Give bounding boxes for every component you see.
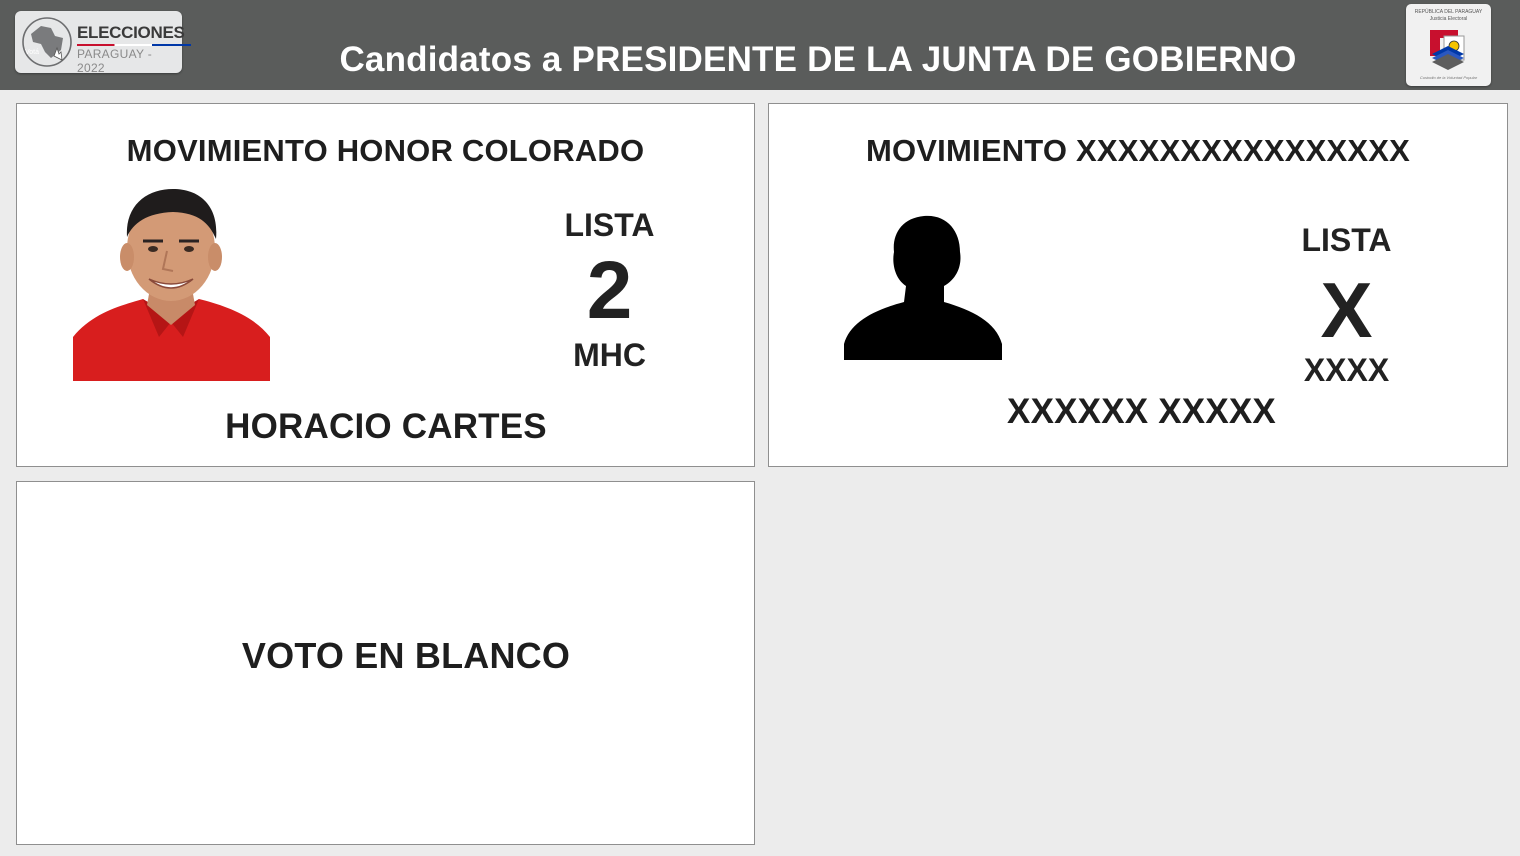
justicia-electoral-logo: REPÚBLICA DEL PARAGUAY Justicia Electora… [1406, 4, 1491, 86]
blank-vote-card[interactable]: VOTO EN BLANCO [16, 481, 755, 845]
lista-number: X [1320, 266, 1373, 354]
party-name: MOVIMIENTO XXXXXXXXXXXXXXXX [865, 133, 1411, 168]
justicia-label: Justicia Electoral [1429, 16, 1468, 22]
candidate-card-1[interactable]: MOVIMIENTO HONOR COLORADO LISTA 2 MHC HO… [16, 103, 755, 467]
party-name: MOVIMIENTO HONOR COLORADO [126, 133, 645, 168]
silhouette-placeholder-icon [844, 215, 1002, 360]
republica-label: REPÚBLICA DEL PARAGUAY [1414, 9, 1483, 15]
lista-abbreviation: MHC [573, 337, 646, 373]
justicia-electoral-seal-icon [1430, 30, 1465, 70]
candidate-photo [73, 187, 270, 381]
candidate-name: HORACIO CARTES [225, 407, 547, 446]
page-title: Candidatos a PRESIDENTE DE LA JUNTA DE G… [339, 40, 1297, 79]
lista-abbreviation: XXXX [1303, 352, 1390, 388]
blank-vote-label: VOTO EN BLANCO [241, 635, 571, 676]
top-bar: ELECCIONES PARAGUAY - 2022 Votá Candidat… [0, 0, 1520, 90]
lista-label: LISTA [564, 207, 655, 243]
candidate-card-2[interactable]: MOVIMIENTO XXXXXXXXXXXXXXXX LISTA X XXXX… [768, 103, 1508, 467]
custodio-label: Custodio de la Voluntad Popular [1419, 75, 1478, 80]
lista-label: LISTA [1301, 222, 1392, 258]
candidate-name: XXXXXX XXXXX [1007, 392, 1276, 431]
lista-number: 2 [586, 245, 633, 336]
